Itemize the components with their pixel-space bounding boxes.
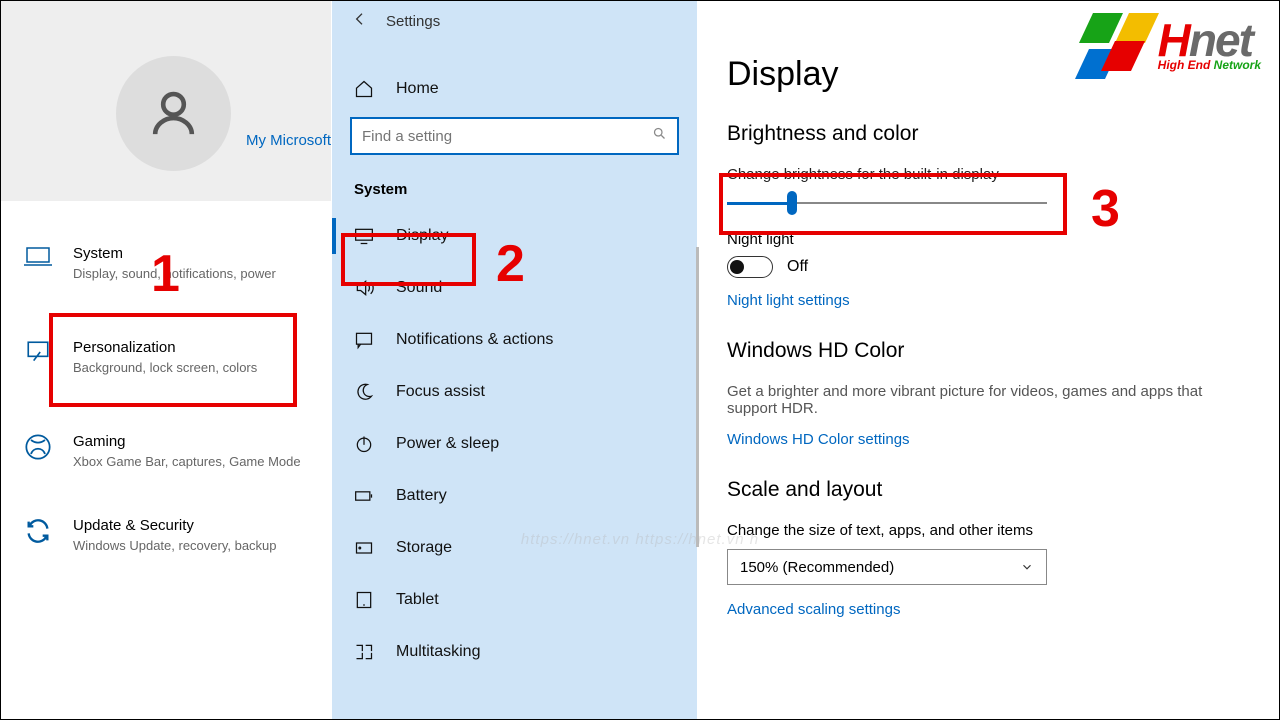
xbox-icon <box>24 433 52 461</box>
header-title: Settings <box>386 13 440 30</box>
highlight-box-1 <box>49 313 297 407</box>
nav-focus[interactable]: Focus assist <box>332 366 697 418</box>
tablet-icon <box>354 590 374 610</box>
nav-tablet[interactable]: Tablet <box>332 574 697 626</box>
sidebar-header: Settings <box>332 1 697 41</box>
back-button[interactable] <box>352 11 368 31</box>
scrollbar[interactable] <box>696 247 699 547</box>
multitask-icon <box>354 642 374 662</box>
power-icon <box>354 434 374 454</box>
hd-settings-link[interactable]: Windows HD Color settings <box>727 431 1249 448</box>
battery-icon <box>354 486 374 506</box>
nav-multitask-label: Multitasking <box>396 643 480 661</box>
advanced-scaling-link[interactable]: Advanced scaling settings <box>727 601 1249 618</box>
laptop-icon <box>23 245 53 269</box>
chat-icon <box>354 330 374 350</box>
scale-value: 150% (Recommended) <box>740 559 894 576</box>
nav-tablet-label: Tablet <box>396 591 439 609</box>
tile-gaming-title: Gaming <box>73 433 301 450</box>
tile-gaming[interactable]: Gaming Xbox Game Bar, captures, Game Mode <box>11 419 321 483</box>
tile-update[interactable]: Update & Security Windows Update, recover… <box>11 503 321 567</box>
nav-storage[interactable]: Storage <box>332 522 697 574</box>
search-input[interactable] <box>350 117 679 155</box>
scale-select[interactable]: 150% (Recommended) <box>727 549 1047 585</box>
nav-notifications[interactable]: Notifications & actions <box>332 314 697 366</box>
nav-power[interactable]: Power & sleep <box>332 418 697 470</box>
tile-update-title: Update & Security <box>73 517 277 534</box>
tile-gaming-sub: Xbox Game Bar, captures, Game Mode <box>73 454 301 469</box>
night-light-settings-link[interactable]: Night light settings <box>727 292 1249 309</box>
home-icon <box>354 79 374 99</box>
nav-focus-label: Focus assist <box>396 383 485 401</box>
toggle-state: Off <box>787 258 808 276</box>
nav-storage-label: Storage <box>396 539 452 557</box>
highlight-box-3 <box>719 173 1067 235</box>
search-input-field[interactable] <box>362 128 652 145</box>
logo-tag-he: High End <box>1158 58 1214 72</box>
section-scale: Scale and layout <box>727 478 1249 502</box>
sync-icon <box>24 517 52 545</box>
annotation-2: 2 <box>496 234 525 294</box>
scale-label: Change the size of text, apps, and other… <box>727 522 1249 539</box>
nav-notifications-label: Notifications & actions <box>396 331 553 349</box>
nav-home[interactable]: Home <box>332 65 697 113</box>
nav-home-label: Home <box>396 80 439 98</box>
night-light-toggle[interactable] <box>727 256 773 278</box>
annotation-1: 1 <box>151 244 180 304</box>
person-icon <box>146 86 201 141</box>
section-brightness: Brightness and color <box>727 122 1249 146</box>
nav-battery-label: Battery <box>396 487 447 505</box>
section-hd: Windows HD Color <box>727 339 1249 363</box>
chevron-down-icon <box>1020 560 1034 574</box>
nav-battery[interactable]: Battery <box>332 470 697 522</box>
nav-multitask[interactable]: Multitasking <box>332 626 697 678</box>
avatar[interactable] <box>116 56 231 171</box>
search-icon <box>652 126 667 146</box>
section-system-label: System <box>332 173 697 210</box>
highlight-box-2 <box>341 233 476 286</box>
hnet-logo: Hnet High End Network <box>1082 9 1261 79</box>
annotation-3: 3 <box>1091 179 1120 239</box>
logo-tag-nw: Network <box>1214 58 1261 72</box>
brush-icon <box>25 339 51 365</box>
storage-icon <box>354 538 374 558</box>
profile-area: My Microsoft <box>1 1 331 201</box>
tile-update-sub: Windows Update, recovery, backup <box>73 538 277 553</box>
display-settings-panel: Display Brightness and color Change brig… <box>697 1 1279 719</box>
my-microsoft-link[interactable]: My Microsoft <box>246 132 331 149</box>
settings-sidebar: Settings Home System Display Sound Notif… <box>332 1 697 719</box>
nav-power-label: Power & sleep <box>396 435 499 453</box>
moon-icon <box>354 382 374 402</box>
hd-desc: Get a brighter and more vibrant picture … <box>727 383 1237 417</box>
